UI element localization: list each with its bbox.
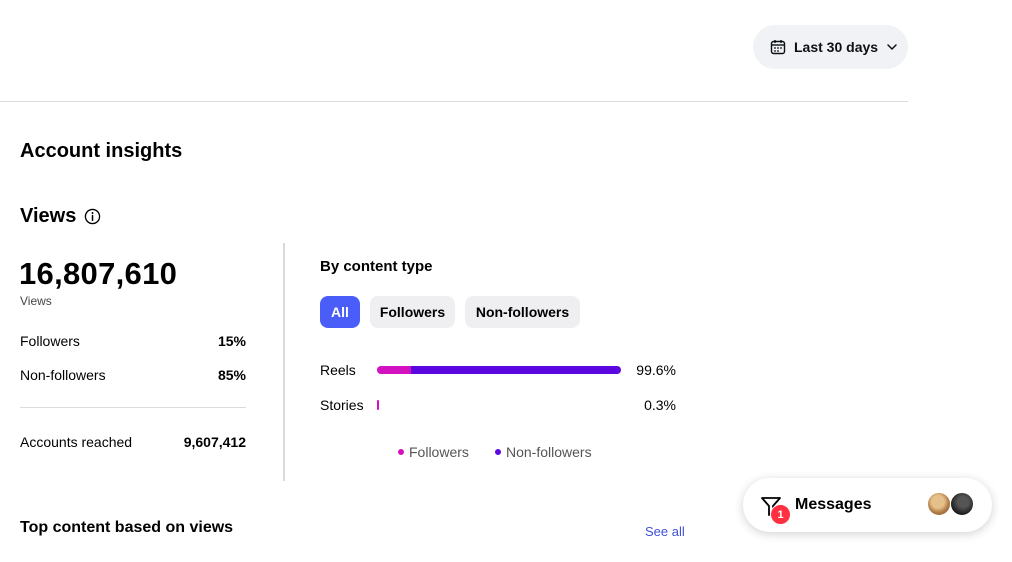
tab-all[interactable]: All [320,296,360,328]
bar-label-stories: Stories [320,397,364,413]
top-content-title: Top content based on views [20,519,234,536]
legend-label: Non-followers [506,444,592,460]
views-total-caption: Views [20,294,52,308]
date-range-dropdown[interactable]: Last 30 days [753,25,908,69]
stat-row-followers: Followers 15% [20,333,246,349]
legend-item-followers: Followers [398,444,469,460]
tab-followers[interactable]: Followers [370,296,455,328]
date-range-label: Last 30 days [794,39,879,55]
messages-label: Messages [795,496,872,513]
bar-percent-stories: 0.3% [644,397,676,413]
bar-segment-followers [377,366,412,374]
legend-dot-followers [398,449,404,455]
legend-item-nonfollowers: Non-followers [495,444,592,460]
bar-reels [377,366,621,374]
avatar [950,492,974,516]
views-total: 16,807,610 [19,256,178,291]
stat-row-nonfollowers: Non-followers 85% [20,367,246,383]
messages-button[interactable]: 1 Messages [743,478,992,532]
stats-divider [20,407,246,408]
legend-dot-nonfollowers [495,449,501,455]
page-title: Account insights [20,140,183,162]
bar-label-reels: Reels [320,362,356,378]
views-heading: Views [20,205,101,228]
stat-value: 85% [217,367,246,383]
bar-segment-nonfollowers [411,366,621,374]
views-title: Views [20,205,77,227]
header-divider [0,101,908,102]
info-icon[interactable] [84,208,101,225]
bar-percent-reels: 99.6% [636,362,676,378]
stat-value: 9,607,412 [183,434,246,450]
bar-stories [377,400,379,410]
stat-value: 15% [217,333,246,349]
stat-label: Accounts reached [20,434,133,450]
stat-row-accounts-reached: Accounts reached 9,607,412 [20,434,246,450]
stat-label: Non-followers [20,367,106,383]
content-type-title: By content type [320,258,433,275]
chevron-down-icon [887,44,897,50]
legend-label: Followers [409,444,469,460]
avatar [927,492,951,516]
stat-label: Followers [20,333,80,349]
column-divider [283,243,285,481]
see-all-link[interactable]: See all [645,524,685,539]
tab-non-followers[interactable]: Non-followers [465,296,580,328]
bar-segment-followers [377,400,379,410]
messages-badge: 1 [770,504,791,525]
calendar-icon [770,40,786,55]
